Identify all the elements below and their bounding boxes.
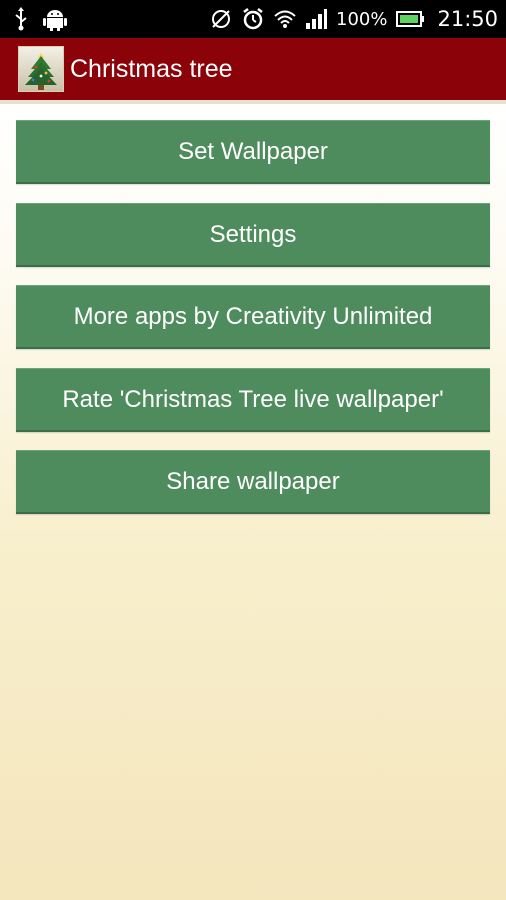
status-right-group: 100% 21:50 <box>210 7 498 31</box>
signal-icon <box>305 9 327 29</box>
usb-icon <box>14 7 28 31</box>
set-wallpaper-button[interactable]: Set Wallpaper <box>16 120 490 184</box>
christmas-tree-icon[interactable] <box>18 46 64 92</box>
no-alert-icon <box>210 8 232 30</box>
status-clock: 21:50 <box>437 7 498 31</box>
alarm-icon <box>241 7 265 31</box>
app-title: Christmas tree <box>70 54 233 83</box>
action-bar: Christmas tree <box>0 38 506 100</box>
rate-app-button[interactable]: Rate 'Christmas Tree live wallpaper' <box>16 368 490 432</box>
wifi-icon <box>274 9 296 29</box>
status-left-group <box>14 7 68 31</box>
android-icon <box>42 7 68 31</box>
main-content: Set Wallpaper Settings More apps by Crea… <box>0 104 506 900</box>
share-wallpaper-button[interactable]: Share wallpaper <box>16 450 490 514</box>
battery-percent: 100% <box>336 8 388 30</box>
settings-button[interactable]: Settings <box>16 203 490 267</box>
status-bar: 100% 21:50 <box>0 0 506 38</box>
battery-icon <box>396 10 425 28</box>
more-apps-button[interactable]: More apps by Creativity Unlimited <box>16 285 490 349</box>
